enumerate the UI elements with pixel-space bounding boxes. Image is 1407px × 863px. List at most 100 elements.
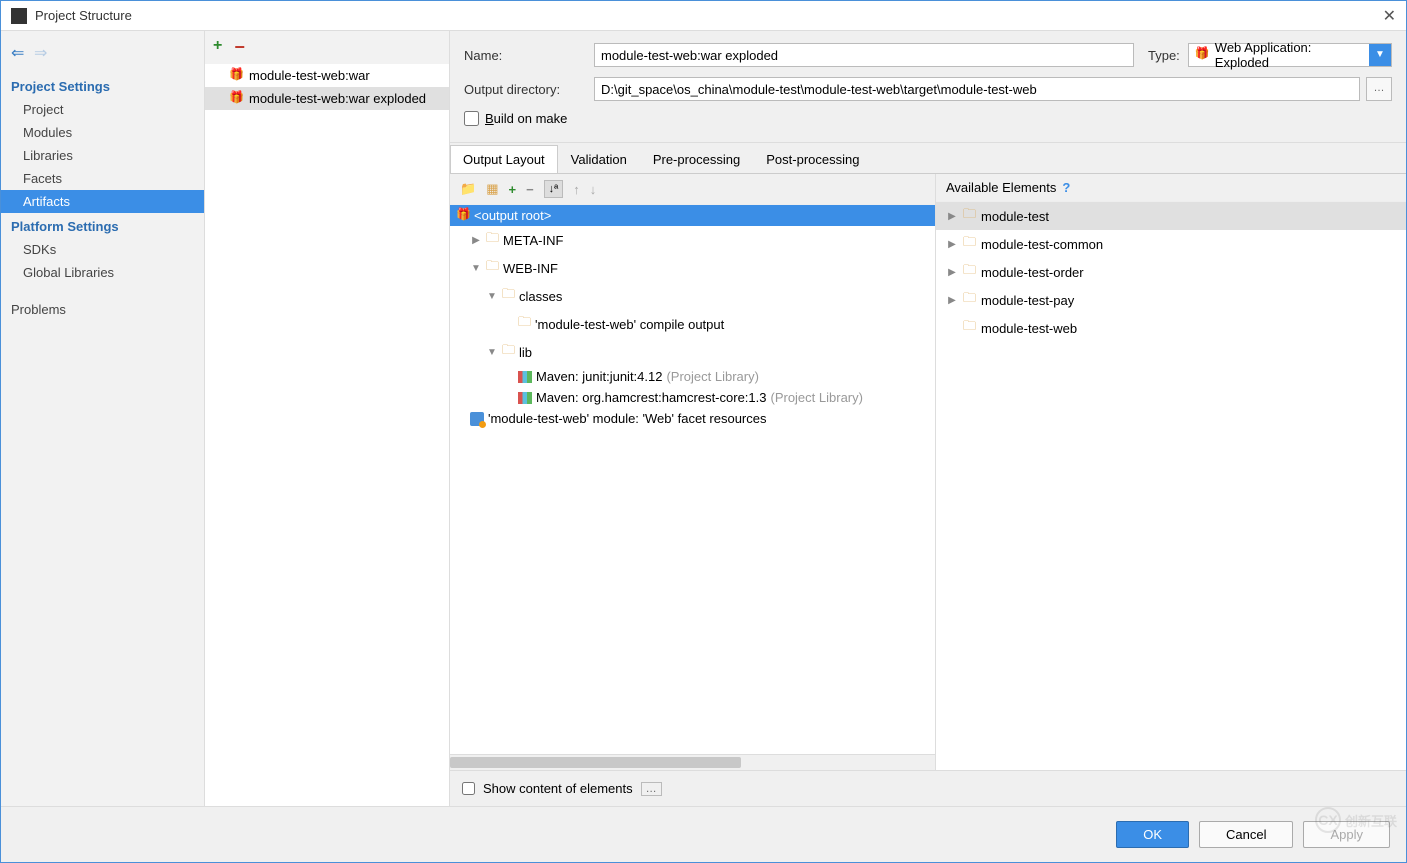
expand-icon[interactable]: ▶ — [946, 267, 958, 278]
add-icon[interactable]: + — [213, 37, 222, 58]
output-dir-label: Output directory: — [464, 82, 594, 97]
available-item[interactable]: ▶ 🗀 module-test-common — [936, 230, 1406, 258]
chevron-down-icon[interactable]: ▼ — [1369, 44, 1391, 66]
available-item[interactable]: ▶ 🗀 module-test-order — [936, 258, 1406, 286]
tab-validation[interactable]: Validation — [558, 145, 640, 173]
library-icon — [518, 371, 532, 383]
tree-row[interactable]: ▼ 🗀 lib — [450, 338, 935, 366]
nav-arrows[interactable]: ⇐ ⇒ — [1, 39, 204, 73]
expand-icon[interactable]: ▶ — [470, 235, 482, 246]
folder-icon: 🗀 — [963, 233, 976, 255]
move-down-icon[interactable]: ↓ — [590, 182, 597, 197]
content-pane: Name: Type: Web Application: Exploded ▼ … — [450, 31, 1406, 806]
name-input[interactable] — [594, 43, 1134, 67]
sidebar-item-sdks[interactable]: SDKs — [1, 238, 204, 261]
show-content-label: Show content of elements — [483, 781, 633, 796]
browse-button[interactable]: … — [1366, 77, 1392, 101]
folder-icon: 🗀 — [963, 205, 976, 227]
help-icon[interactable]: ? — [1062, 180, 1070, 195]
tabs: Output Layout Validation Pre-processing … — [450, 142, 1406, 173]
type-label: Type: — [1148, 48, 1180, 63]
folder-icon: 🗀 — [518, 313, 531, 335]
sort-icon[interactable]: ↓ª — [544, 180, 564, 198]
add-icon[interactable]: + — [508, 182, 516, 197]
expand-icon[interactable]: ▶ — [946, 239, 958, 250]
folder-icon: 🗀 — [963, 289, 976, 311]
available-tree[interactable]: ▶ 🗀 module-test ▶ 🗀 module-test-common ▶… — [936, 202, 1406, 770]
collapse-icon[interactable]: ▼ — [470, 263, 482, 274]
section-project-settings: Project Settings — [1, 73, 204, 98]
watermark: CX创新互联 — [1315, 807, 1397, 833]
remove-icon[interactable]: − — [526, 182, 534, 197]
tab-post-processing[interactable]: Post-processing — [753, 145, 872, 173]
folder-icon: 🗀 — [502, 341, 515, 363]
artifact-icon — [1195, 48, 1209, 62]
artifact-label: module-test-web:war — [249, 68, 370, 83]
tree-row[interactable]: ▶ 🗀 META-INF — [450, 226, 935, 254]
tree-row[interactable]: ▼ 🗀 WEB-INF — [450, 254, 935, 282]
sidebar-item-artifacts[interactable]: Artifacts — [1, 190, 204, 213]
tree-row[interactable]: Maven: junit:junit:4.12 (Project Library… — [450, 366, 935, 387]
sidebar-item-facets[interactable]: Facets — [1, 167, 204, 190]
artifact-label: module-test-web:war exploded — [249, 91, 426, 106]
tree-row[interactable]: Maven: org.hamcrest:hamcrest-core:1.3 (P… — [450, 387, 935, 408]
horizontal-scrollbar[interactable] — [450, 754, 935, 770]
output-dir-input[interactable] — [594, 77, 1360, 101]
back-icon[interactable]: ⇐ — [11, 45, 24, 62]
available-item[interactable]: ▶ 🗀 module-test — [936, 202, 1406, 230]
tree-output-root[interactable]: <output root> — [450, 205, 935, 226]
artifact-icon — [229, 92, 243, 106]
build-on-make-label: Build on make — [485, 111, 567, 126]
tree-row[interactable]: 🗀 'module-test-web' compile output — [450, 310, 935, 338]
type-value: Web Application: Exploded — [1213, 40, 1369, 70]
sidebar-item-global-libraries[interactable]: Global Libraries — [1, 261, 204, 284]
cancel-button[interactable]: Cancel — [1199, 821, 1293, 848]
available-item[interactable]: ▶ 🗀 module-test-pay — [936, 286, 1406, 314]
sidebar-item-modules[interactable]: Modules — [1, 121, 204, 144]
sidebar-item-project[interactable]: Project — [1, 98, 204, 121]
output-layout-pane: 📁 ▦ + − ↓ª ↑ ↓ <output root> ▶ 🗀 — [450, 174, 936, 770]
layout-tree[interactable]: <output root> ▶ 🗀 META-INF ▼ 🗀 WEB-INF ▼ — [450, 205, 935, 754]
name-label: Name: — [464, 48, 594, 63]
sidebar-item-libraries[interactable]: Libraries — [1, 144, 204, 167]
folder-icon: 🗀 — [963, 261, 976, 283]
ellipsis-button[interactable]: … — [641, 782, 662, 796]
available-elements-pane: Available Elements ? ▶ 🗀 module-test ▶ 🗀… — [936, 174, 1406, 770]
folder-icon: 🗀 — [486, 257, 499, 279]
new-file-icon[interactable]: ▦ — [486, 181, 498, 197]
library-icon — [518, 392, 532, 404]
move-up-icon[interactable]: ↑ — [573, 182, 580, 197]
artifact-item[interactable]: module-test-web:war — [205, 64, 449, 87]
sidebar-item-problems[interactable]: Problems — [1, 298, 204, 321]
type-select[interactable]: Web Application: Exploded ▼ — [1188, 43, 1392, 67]
folder-icon: 🗀 — [963, 317, 976, 339]
show-content-checkbox[interactable] — [462, 782, 475, 795]
collapse-icon[interactable]: ▼ — [486, 291, 498, 302]
folder-icon: 🗀 — [486, 229, 499, 251]
ok-button[interactable]: OK — [1116, 821, 1189, 848]
tree-row[interactable]: 'module-test-web' module: 'Web' facet re… — [450, 408, 935, 429]
available-item[interactable]: ▶ 🗀 module-test-web — [936, 314, 1406, 342]
section-platform-settings: Platform Settings — [1, 213, 204, 238]
artifact-list-pane: + − module-test-web:war module-test-web:… — [205, 31, 450, 806]
artifact-icon — [456, 209, 470, 223]
new-folder-icon[interactable]: 📁 — [460, 181, 476, 197]
tab-pre-processing[interactable]: Pre-processing — [640, 145, 753, 173]
tab-output-layout[interactable]: Output Layout — [450, 145, 558, 174]
artifact-icon — [229, 69, 243, 83]
folder-icon: 🗀 — [502, 285, 515, 307]
artifact-item[interactable]: module-test-web:war exploded — [205, 87, 449, 110]
window-title: Project Structure — [35, 8, 1383, 23]
app-icon — [11, 8, 27, 24]
close-icon[interactable]: ✕ — [1383, 6, 1396, 26]
collapse-icon[interactable]: ▼ — [486, 347, 498, 358]
build-on-make-checkbox[interactable] — [464, 111, 479, 126]
expand-icon[interactable]: ▶ — [946, 211, 958, 222]
tree-row[interactable]: ▼ 🗀 classes — [450, 282, 935, 310]
remove-icon[interactable]: − — [234, 37, 245, 58]
forward-icon[interactable]: ⇒ — [34, 45, 47, 62]
expand-icon[interactable]: ▶ — [946, 295, 958, 306]
sidebar: ⇐ ⇒ Project Settings Project Modules Lib… — [1, 31, 205, 806]
available-elements-label: Available Elements — [946, 180, 1056, 195]
titlebar: Project Structure ✕ — [1, 1, 1406, 31]
